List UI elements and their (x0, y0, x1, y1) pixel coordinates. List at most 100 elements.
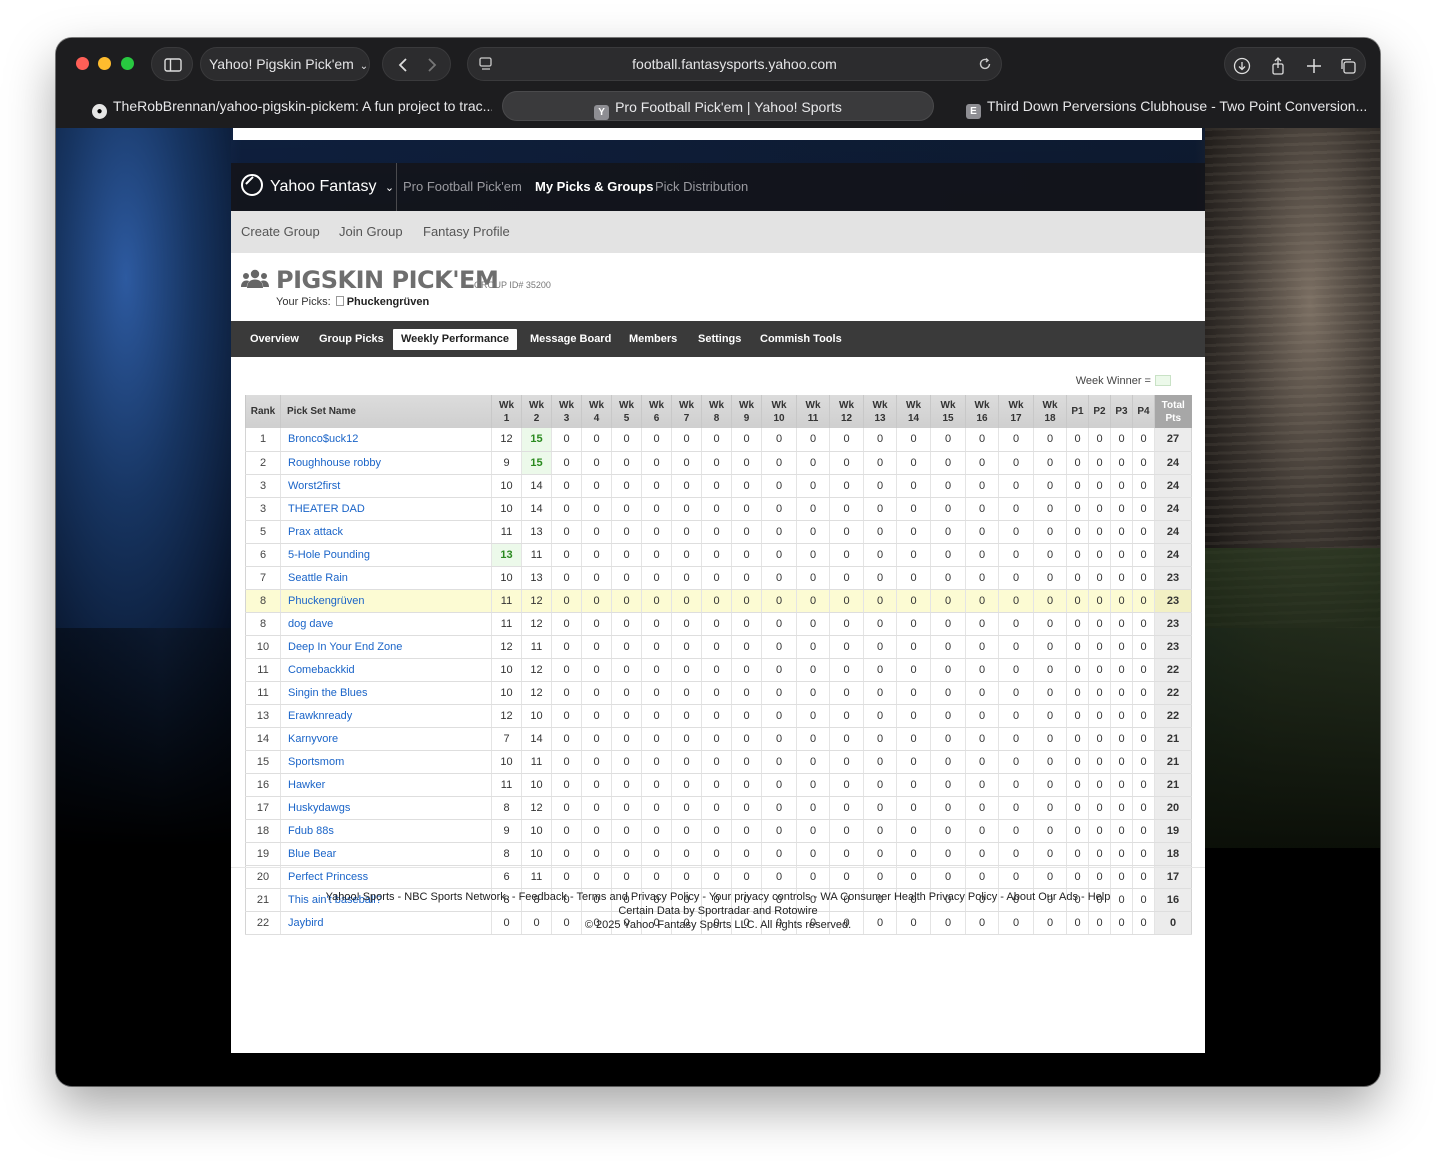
playoff-3-score: 0 (1110, 566, 1133, 590)
zoom-window-button[interactable] (121, 57, 134, 70)
total-points: 21 (1154, 727, 1192, 751)
pick-set-name-link[interactable]: Hawker (280, 773, 492, 797)
week-1-score: 10 (491, 681, 522, 705)
week-7-score: 0 (671, 750, 702, 774)
week-8-score: 0 (701, 796, 732, 820)
fantasy-profile-link[interactable]: Fantasy Profile (423, 211, 510, 253)
browser-tab-clubhouse[interactable]: E Third Down Perversions Clubhouse - Two … (966, 91, 1366, 121)
week-10-score: 0 (761, 589, 797, 613)
pick-set-name-link[interactable]: 5-Hole Pounding (280, 543, 492, 567)
tab-commish-tools[interactable]: Commish Tools (752, 329, 850, 350)
tab-message-board[interactable]: Message Board (522, 329, 619, 350)
pick-set-name-link[interactable]: Phuckengrüven (280, 589, 492, 613)
rank-cell: 19 (245, 842, 281, 866)
week-9-score: 0 (731, 796, 762, 820)
your-picks-name[interactable]: Phuckengrüven (347, 296, 430, 308)
week-9-score: 0 (731, 704, 762, 728)
create-group-link[interactable]: Create Group (241, 211, 320, 253)
week-13-score: 0 (863, 520, 897, 544)
sidebar-icon (164, 58, 182, 72)
week-2-score: 13 (521, 520, 552, 544)
pick-set-name-link[interactable]: Huskydawgs (280, 796, 492, 820)
forward-icon[interactable] (427, 58, 437, 72)
table-row: 19 Blue Bear 8 10 0 0 0 0 0 0 0 0 0 0 0 0 0 0 0 0 0 0 0 0 18 (245, 842, 1192, 866)
pick-set-name-link[interactable]: Fdub 88s (280, 819, 492, 843)
pick-set-name-link[interactable]: Blue Bear (280, 842, 492, 866)
week-16-score: 0 (965, 796, 999, 820)
sidebar-toggle-button[interactable] (151, 47, 193, 81)
tab-members[interactable]: Members (621, 329, 685, 350)
week-7-score: 0 (671, 451, 702, 475)
rank-cell: 17 (245, 796, 281, 820)
tab-weekly-performance[interactable]: Weekly Performance (393, 329, 518, 350)
week-10-score: 0 (761, 658, 797, 682)
playoff-4-score: 0 (1132, 497, 1155, 521)
week-17-score: 0 (998, 589, 1034, 613)
nav-pro-football-pickem[interactable]: Pro Football Pick'em (403, 163, 522, 211)
playoff-3-score: 0 (1110, 773, 1133, 797)
minimize-window-button[interactable] (98, 57, 111, 70)
pick-set-name-link[interactable]: Worst2first (280, 474, 492, 498)
week-1-score: 7 (491, 727, 522, 751)
page-settings-icon[interactable] (478, 56, 494, 72)
pick-set-name-link[interactable]: Bronco$uck12 (280, 428, 492, 452)
pick-set-name-link[interactable]: Seattle Rain (280, 566, 492, 590)
playoff-4-score: 0 (1132, 451, 1155, 475)
back-icon[interactable] (398, 58, 408, 72)
pick-set-name-link[interactable]: THEATER DAD (280, 497, 492, 521)
tab-group-selector[interactable]: Yahoo! Pigskin Pick'em ⌄ (200, 47, 370, 81)
join-group-link[interactable]: Join Group (339, 211, 403, 253)
week-10-score: 0 (761, 428, 797, 452)
pick-set-name-link[interactable]: Roughhouse robby (280, 451, 492, 475)
week-7-score: 0 (671, 520, 702, 544)
pick-set-name-link[interactable]: Erawknready (280, 704, 492, 728)
week-9-score: 0 (731, 474, 762, 498)
week-8-score: 0 (701, 451, 732, 475)
week-16-score: 0 (965, 842, 999, 866)
week-17-score: 0 (998, 474, 1034, 498)
nav-pick-distribution[interactable]: Pick Distribution (655, 163, 748, 211)
footer-links[interactable]: Yahoo! Sports - NBC Sports Network. - Fe… (231, 890, 1205, 904)
week-10-score: 0 (761, 451, 797, 475)
pick-set-name-link[interactable]: Sportsmom (280, 750, 492, 774)
week-7-score: 0 (671, 727, 702, 751)
nav-my-picks-groups[interactable]: My Picks & Groups (535, 163, 653, 211)
tab-settings[interactable]: Settings (690, 329, 749, 350)
browser-tab-yahoo[interactable]: Y Pro Football Pick'em | Yahoo! Sports (502, 91, 934, 121)
week-17-score: 0 (998, 842, 1034, 866)
playoff-2-score: 0 (1088, 658, 1111, 682)
new-tab-icon[interactable] (1305, 57, 1323, 75)
week-11-score: 0 (796, 451, 830, 475)
reload-icon[interactable] (977, 56, 993, 72)
week-11-score: 0 (796, 727, 830, 751)
tab-overview[interactable]: Overview (242, 329, 307, 350)
playoff-2-score: 0 (1088, 566, 1111, 590)
week-17-score: 0 (998, 658, 1034, 682)
pick-set-name-link[interactable]: dog dave (280, 612, 492, 636)
main-content: PIGSKIN PICK'EM GROUP ID# 35200 Your Pic… (231, 253, 1205, 1053)
close-window-button[interactable] (76, 57, 89, 70)
tab-group-picks[interactable]: Group Picks (311, 329, 392, 350)
pick-set-name-link[interactable]: Karnyvore (280, 727, 492, 751)
yahoo-fantasy-menu[interactable]: Yahoo Fantasy ⌄ (241, 163, 394, 211)
tab-overview-icon[interactable] (1339, 57, 1357, 75)
share-icon[interactable] (1269, 57, 1287, 75)
week-4-score: 0 (581, 566, 612, 590)
week-14-score: 0 (896, 635, 931, 659)
group-id: GROUP ID# 35200 (474, 280, 551, 290)
field-background (1205, 548, 1380, 848)
week-10-score: 0 (761, 566, 797, 590)
pick-set-name-link[interactable]: Singin the Blues (280, 681, 492, 705)
week-16-score: 0 (965, 589, 999, 613)
pick-set-name-link[interactable]: Comebackkid (280, 658, 492, 682)
pick-set-name-link[interactable]: Perfect Princess (280, 865, 492, 889)
downloads-icon[interactable] (1233, 57, 1251, 75)
pick-set-name-link[interactable]: Prax attack (280, 520, 492, 544)
week-15-score: 0 (930, 796, 966, 820)
browser-tab-github[interactable]: ● TheRobBrennan/yahoo-pigskin-pickem: A f… (92, 91, 492, 121)
address-bar[interactable]: football.fantasysports.yahoo.com (467, 47, 1002, 81)
week-winner-swatch (1155, 375, 1171, 386)
week-2-score: 14 (521, 727, 552, 751)
tab-title: Pro Football Pick'em | Yahoo! Sports (615, 99, 842, 115)
pick-set-name-link[interactable]: Deep In Your End Zone (280, 635, 492, 659)
